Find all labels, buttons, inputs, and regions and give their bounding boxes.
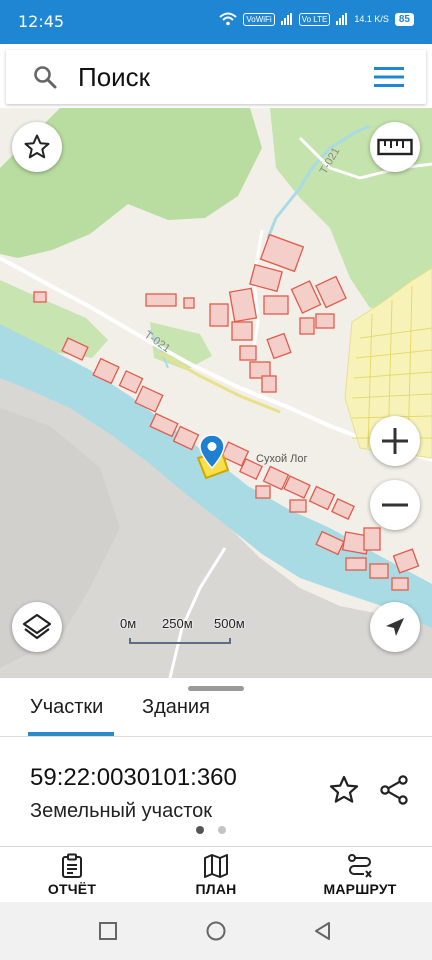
route-button[interactable]: МАРШРУТ	[305, 851, 415, 903]
system-nav-bar	[0, 902, 432, 960]
plus-icon	[382, 428, 408, 454]
share-icon[interactable]	[378, 774, 410, 806]
status-icons: VoWiFi Vo LTE 14.1 K/S 85	[219, 12, 414, 26]
status-time: 12:45	[18, 12, 65, 31]
object-type: Земельный участок	[30, 800, 213, 822]
page-indicator	[196, 826, 226, 834]
plan-label: ПЛАН	[195, 881, 237, 897]
tab-divider	[0, 736, 432, 737]
layers-button[interactable]	[12, 602, 62, 652]
wifi-icon	[219, 12, 238, 26]
layers-icon	[22, 613, 52, 640]
search-bar	[6, 50, 426, 104]
vowifi-badge: VoWiFi	[243, 12, 275, 26]
back-icon[interactable]	[312, 920, 334, 942]
home-icon[interactable]	[205, 920, 227, 942]
status-bar: 12:45 VoWiFi Vo LTE 14.1 K/S 85	[0, 0, 432, 44]
signal-icon	[280, 13, 292, 25]
signal-icon-2	[336, 13, 348, 25]
map-icon	[204, 854, 228, 878]
search-icon[interactable]	[32, 64, 58, 90]
report-button[interactable]: ОТЧЁТ	[17, 851, 127, 903]
zoom-in-button[interactable]	[370, 416, 420, 466]
plan-button[interactable]: ПЛАН	[161, 851, 271, 903]
map-view[interactable]: Т-021 Т-021 Сухой Лог 0м 250м 500м	[0, 108, 432, 678]
star-icon	[24, 134, 50, 159]
battery-level: 85	[394, 12, 414, 26]
add-favorite-button[interactable]	[328, 774, 360, 806]
action-bar: ОТЧЁТ ПЛАН МАРШРУТ	[0, 846, 432, 902]
scale-bar	[129, 638, 231, 644]
clipboard-icon	[62, 853, 82, 878]
town-label: Сухой Лог	[256, 453, 308, 465]
report-label: ОТЧЁТ	[47, 881, 97, 897]
measure-button[interactable]	[370, 122, 420, 172]
route-label: МАРШРУТ	[323, 881, 397, 897]
page-dot-active	[196, 826, 204, 834]
page-dot	[218, 826, 226, 834]
map-scale: 0м 250м 500м	[120, 616, 250, 646]
favorites-button[interactable]	[12, 122, 62, 172]
sheet-drag-handle[interactable]	[188, 686, 244, 691]
recent-apps-icon[interactable]	[97, 920, 119, 942]
zoom-out-button[interactable]	[370, 480, 420, 530]
route-icon	[348, 854, 372, 878]
tab-plots[interactable]: Участки	[30, 696, 103, 719]
menu-icon[interactable]	[374, 66, 404, 88]
app-screen: 12:45 VoWiFi Vo LTE 14.1 K/S 85 Поиск Т-…	[0, 0, 432, 960]
tab-buildings[interactable]: Здания	[142, 696, 210, 719]
volte-badge: Vo LTE	[298, 12, 331, 26]
cadastral-number[interactable]: 59:22:0030101:360	[30, 764, 237, 792]
scale-label-0: 0м	[120, 616, 137, 631]
network-speed: 14.1 K/S	[354, 14, 389, 24]
navigation-arrow-icon	[386, 618, 404, 636]
map-canvas[interactable]: Т-021 Т-021	[0, 108, 432, 678]
info-sheet: Участки Здания 59:22:0030101:360 Земельн…	[0, 678, 432, 846]
minus-icon	[382, 503, 408, 507]
scale-label-500: 500м	[214, 616, 245, 631]
search-input[interactable]	[78, 60, 358, 94]
scale-label-250: 250м	[162, 616, 193, 631]
ruler-icon	[377, 138, 413, 156]
my-location-button[interactable]	[370, 602, 420, 652]
location-pin-icon[interactable]	[199, 434, 225, 470]
